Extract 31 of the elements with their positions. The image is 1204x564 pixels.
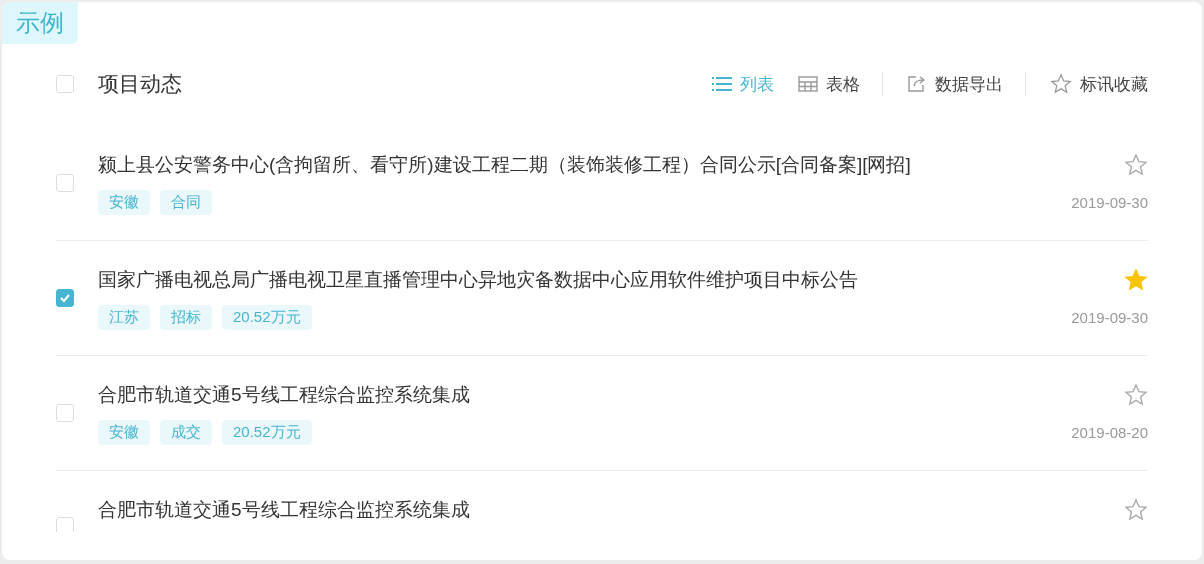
star-icon bbox=[1050, 73, 1072, 95]
view-toggle[interactable]: 表格 bbox=[798, 72, 860, 96]
project-title-link[interactable]: 合肥市轨道交通5号线工程综合监控系统集成 bbox=[98, 497, 470, 523]
project-title-link[interactable]: 颍上县公安警务中心(含拘留所、看守所)建设工程二期（装饰装修工程）合同公示[合同备案][网招] bbox=[98, 151, 911, 178]
example-badge: 示例 bbox=[2, 2, 78, 44]
star-icon[interactable] bbox=[1124, 382, 1148, 407]
favorites-button[interactable]: 标讯收藏 bbox=[1050, 72, 1148, 96]
tag: 招标 bbox=[160, 304, 212, 330]
star-icon[interactable] bbox=[1124, 498, 1148, 522]
select-all-checkbox[interactable] bbox=[56, 75, 74, 93]
tag: 安徽 bbox=[98, 419, 150, 445]
table-icon bbox=[798, 76, 818, 92]
section-title: 项目动态 bbox=[98, 71, 182, 97]
tag: 江苏 bbox=[98, 304, 150, 330]
star-icon[interactable] bbox=[1124, 267, 1148, 292]
tag: 成交 bbox=[160, 419, 212, 445]
project-title-link[interactable]: 国家广播电视总局广播电视卫星直播管理中心异地灾备数据中心应用软件维护项目中标公告 bbox=[98, 266, 858, 293]
date-text: 2019-09-30 bbox=[1071, 193, 1148, 211]
list-icon bbox=[712, 76, 732, 92]
row-checkbox[interactable] bbox=[56, 289, 74, 307]
tag: 20.52万元 bbox=[222, 304, 312, 330]
date-text: 2019-09-30 bbox=[1071, 308, 1148, 326]
tag: 20.52万元 bbox=[222, 419, 312, 445]
tag: 安徽 bbox=[98, 189, 150, 215]
star-icon[interactable] bbox=[1124, 152, 1148, 177]
project-title-link[interactable]: 合肥市轨道交通5号线工程综合监控系统集成 bbox=[98, 381, 470, 408]
export-icon bbox=[907, 75, 927, 93]
date-text: 2019-08-20 bbox=[1071, 423, 1148, 441]
export-button[interactable]: 数据导出 bbox=[907, 72, 1003, 96]
check-icon bbox=[59, 292, 71, 304]
tag: 合同 bbox=[160, 189, 212, 215]
